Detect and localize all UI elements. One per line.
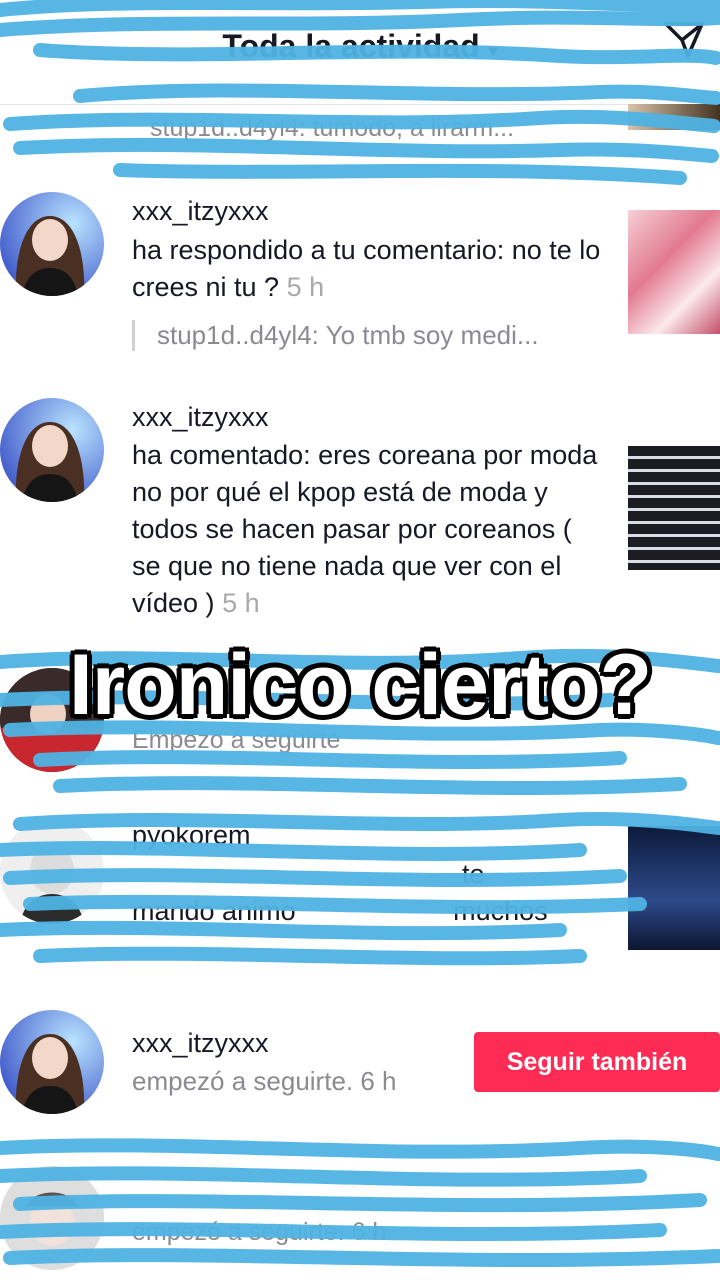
notification-time: 6 h [360,1066,397,1096]
top-bar: Toda la actividad ▾ [0,0,720,105]
avatar[interactable] [0,192,104,296]
video-thumbnail[interactable] [628,826,720,950]
follow-back-button[interactable]: Seguir también [474,1032,720,1092]
notification-time: 5 h [286,272,325,302]
reply-quote: stup1d..d4yl4: Yo tmb soy medi... [132,320,539,351]
notification-fragment: empezó a seguirte. 6 h [132,1218,387,1246]
notification-fragment: Empezó a seguirte [132,726,341,754]
notification-text: ha comentado: eres coreana por moda no p… [132,440,598,618]
notification-fragment: stup1d..d4yl4: tumodo, a lirarm... [150,114,515,142]
notification-username[interactable]: xxx_itzyxxx [132,196,269,227]
notification-username[interactable]: xxx_itzyxxx [132,1028,269,1059]
activity-filter-label: Toda la actividad [222,28,480,64]
notification-time: 5 h [222,588,260,618]
activity-filter-title[interactable]: Toda la actividad ▾ [0,28,720,65]
video-thumbnail[interactable] [628,104,720,130]
avatar[interactable] [0,668,104,772]
notification-username[interactable]: xxx_itzyxxx [132,402,269,433]
notification-text: te mando animo muchos [132,859,548,926]
chevron-down-icon: ▾ [488,41,498,61]
avatar[interactable] [0,1166,104,1270]
notification-username[interactable]: pyokorem [132,820,251,851]
notification-text: ha respondido a tu comentario: no te lo … [132,235,601,302]
overlay-caption: Ironico cierto? [68,637,652,733]
video-thumbnail[interactable] [628,210,720,334]
notification-text: empezó a seguirte. 6 h [132,1066,397,1096]
video-thumbnail[interactable] [628,446,720,570]
avatar[interactable] [0,1010,104,1114]
avatar[interactable] [0,820,104,924]
send-icon[interactable] [662,18,706,62]
avatar[interactable] [0,398,104,502]
